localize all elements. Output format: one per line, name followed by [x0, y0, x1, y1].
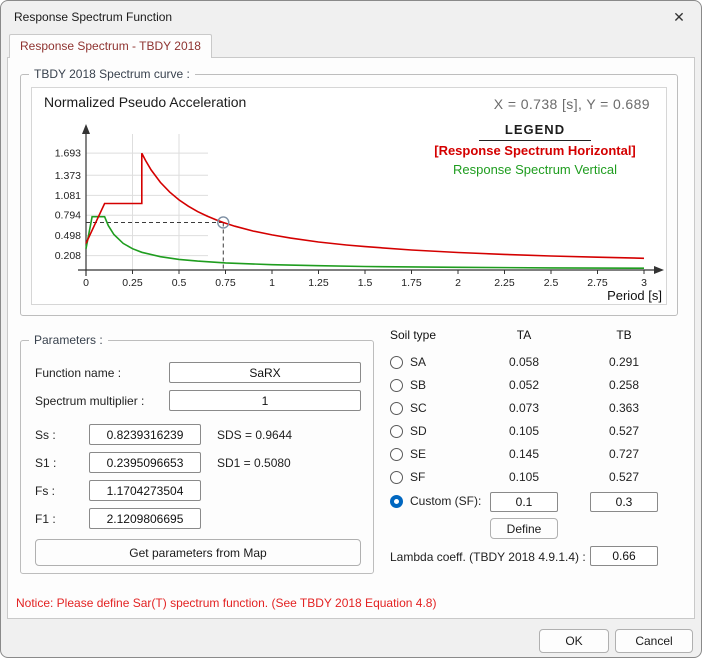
- function-name-input[interactable]: [169, 362, 361, 383]
- svg-text:Period [s]: Period [s]: [607, 288, 662, 303]
- tab-response-spectrum-tbdy2018[interactable]: Response Spectrum - TBDY 2018: [9, 34, 212, 58]
- ss-label: Ss :: [35, 428, 56, 442]
- custom-ta-input[interactable]: [490, 492, 558, 512]
- svg-text:2: 2: [455, 277, 461, 289]
- svg-text:0: 0: [83, 277, 89, 289]
- svg-text:2.75: 2.75: [587, 277, 608, 289]
- soil-row-sd: SD 0.105 0.527: [384, 423, 674, 445]
- sds-value: SDS = 0.9644: [217, 428, 292, 442]
- radio-sc[interactable]: [390, 402, 403, 415]
- radio-custom-sf[interactable]: [390, 495, 403, 508]
- tab-strip: Response Spectrum - TBDY 2018: [1, 33, 701, 57]
- fs-input[interactable]: [89, 480, 201, 501]
- ss-input[interactable]: [89, 424, 201, 445]
- legend-title: LEGEND: [479, 120, 591, 141]
- soil-row-custom: Custom (SF):: [384, 493, 674, 515]
- legend-vertical-spectrum: Response Spectrum Vertical: [410, 160, 660, 179]
- s1-input[interactable]: [89, 452, 201, 473]
- lambda-coeff-input[interactable]: [590, 546, 658, 566]
- radio-sd[interactable]: [390, 425, 403, 438]
- chart-title: Normalized Pseudo Acceleration: [44, 94, 246, 110]
- soil-row-se: SE 0.145 0.727: [384, 446, 674, 468]
- svg-text:0.794: 0.794: [55, 210, 81, 222]
- fs-label: Fs :: [35, 484, 55, 498]
- soil-ta-value: 0.145: [484, 447, 564, 461]
- title-bar: Response Spectrum Function ✕: [1, 1, 701, 33]
- svg-text:2.5: 2.5: [544, 277, 559, 289]
- close-icon[interactable]: ✕: [659, 3, 699, 31]
- soil-ta-value: 0.058: [484, 355, 564, 369]
- radio-sb[interactable]: [390, 379, 403, 392]
- svg-text:1.75: 1.75: [401, 277, 422, 289]
- soil-ta-value: 0.052: [484, 378, 564, 392]
- svg-text:0.5: 0.5: [172, 277, 187, 289]
- legend-horizontal-spectrum: [Response Spectrum Horizontal]: [410, 141, 660, 160]
- svg-text:0.498: 0.498: [55, 230, 81, 242]
- soil-tb-value: 0.527: [584, 424, 664, 438]
- svg-text:2.25: 2.25: [494, 277, 515, 289]
- soil-tb-value: 0.291: [584, 355, 664, 369]
- soil-ta-value: 0.105: [484, 470, 564, 484]
- soil-row-sa: SA 0.058 0.291: [384, 354, 674, 376]
- window-title: Response Spectrum Function: [14, 10, 172, 24]
- svg-text:1.081: 1.081: [55, 190, 81, 202]
- custom-tb-input[interactable]: [590, 492, 658, 512]
- soil-label: SD: [410, 424, 427, 438]
- soil-label: SC: [410, 401, 427, 415]
- response-spectrum-function-dialog: Response Spectrum Function ✕ Response Sp…: [0, 0, 702, 658]
- soil-label: SA: [410, 355, 426, 369]
- sd1-value: SD1 = 0.5080: [217, 456, 291, 470]
- radio-sa[interactable]: [390, 356, 403, 369]
- soil-ta-value: 0.105: [484, 424, 564, 438]
- soil-tb-value: 0.727: [584, 447, 664, 461]
- spectrum-chart[interactable]: 00.250.50.7511.251.51.7522.252.52.7530.2…: [31, 87, 667, 305]
- svg-text:0.25: 0.25: [122, 277, 143, 289]
- soil-tb-value: 0.527: [584, 470, 664, 484]
- f1-label: F1 :: [35, 512, 56, 526]
- function-name-label: Function name :: [35, 366, 121, 380]
- tb-header: TB: [584, 328, 664, 342]
- spectrum-curve-group: TBDY 2018 Spectrum curve : 00.250.50.751…: [20, 74, 678, 316]
- svg-text:1.693: 1.693: [55, 148, 81, 160]
- soil-row-sc: SC 0.073 0.363: [384, 400, 674, 422]
- cancel-button[interactable]: Cancel: [615, 629, 693, 653]
- svg-text:0.208: 0.208: [55, 250, 81, 262]
- radio-se[interactable]: [390, 448, 403, 461]
- soil-label: SE: [410, 447, 426, 461]
- spectrum-multiplier-input[interactable]: [169, 390, 361, 411]
- soil-tb-value: 0.258: [584, 378, 664, 392]
- soil-ta-value: 0.073: [484, 401, 564, 415]
- svg-text:1.25: 1.25: [308, 277, 329, 289]
- soil-label: SB: [410, 378, 426, 392]
- define-button[interactable]: Define: [490, 518, 558, 539]
- soil-tb-value: 0.363: [584, 401, 664, 415]
- parameters-group-label: Parameters :: [29, 333, 108, 347]
- soil-label: SF: [410, 470, 425, 484]
- f1-input[interactable]: [89, 508, 201, 529]
- soil-row-sb: SB 0.052 0.258: [384, 377, 674, 399]
- soil-type-header: Soil type: [390, 328, 436, 342]
- radio-sf[interactable]: [390, 471, 403, 484]
- soil-type-panel: Soil type TA TB SA 0.058 0.291 SB 0.052 …: [384, 328, 674, 578]
- s1-label: S1 :: [35, 456, 56, 470]
- svg-text:0.75: 0.75: [215, 277, 236, 289]
- custom-sf-label: Custom (SF):: [410, 494, 481, 508]
- get-parameters-from-map-button[interactable]: Get parameters from Map: [35, 539, 361, 566]
- svg-text:1.373: 1.373: [55, 170, 81, 182]
- ok-button[interactable]: OK: [539, 629, 609, 653]
- ta-header: TA: [484, 328, 564, 342]
- soil-row-sf: SF 0.105 0.527: [384, 469, 674, 491]
- spectrum-multiplier-label: Spectrum multiplier :: [35, 394, 144, 408]
- parameters-group: Parameters : Function name : Spectrum mu…: [20, 340, 374, 574]
- svg-text:1: 1: [269, 277, 275, 289]
- chart-legend: LEGEND [Response Spectrum Horizontal] Re…: [410, 120, 660, 179]
- svg-text:1.5: 1.5: [358, 277, 373, 289]
- cursor-coordinates-readout: X = 0.738 [s], Y = 0.689: [494, 96, 650, 112]
- spectrum-curve-group-label: TBDY 2018 Spectrum curve :: [29, 67, 195, 81]
- lambda-coeff-label: Lambda coeff. (TBDY 2018 4.9.1.4) :: [390, 550, 586, 564]
- notice-text: Notice: Please define Sar(T) spectrum fu…: [16, 596, 436, 610]
- tab-page: TBDY 2018 Spectrum curve : 0 0.25 0.5 0.75 1…: [7, 57, 695, 619]
